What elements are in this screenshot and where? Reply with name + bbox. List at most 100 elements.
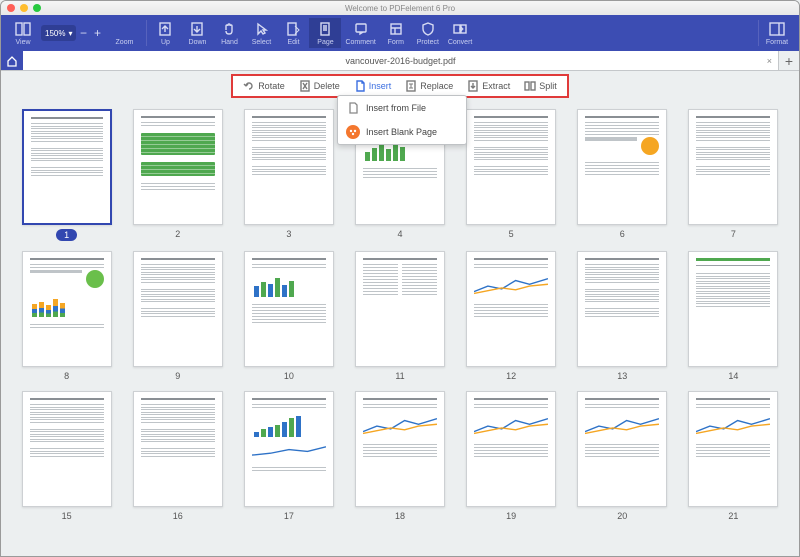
chevron-down-icon: ▾ [68, 29, 72, 38]
insert-blank-page-item[interactable]: Insert Blank Page [338, 120, 466, 144]
page-number: 11 [395, 371, 404, 381]
tabstrip: vancouver-2016-budget.pdf × + [1, 51, 799, 71]
blank-page-icon [346, 125, 360, 139]
page-preview [355, 391, 445, 507]
protect-tool[interactable]: Protect [412, 18, 444, 48]
rotate-button[interactable]: Rotate [237, 78, 291, 94]
thumbnail-scroll[interactable]: 1 2 3 4 5 6 7 8 9 10 11 12 13 14 15 16 1… [1, 101, 799, 556]
zoom-group: 150% ▾ − + [41, 25, 104, 41]
rotate-icon [243, 80, 255, 92]
page-preview [22, 391, 112, 507]
file-icon [346, 101, 360, 115]
view-tool[interactable]: View [7, 18, 39, 48]
page-number: 20 [617, 511, 627, 521]
edit-tool[interactable]: Edit [277, 18, 309, 48]
page-preview [355, 251, 445, 367]
split-button[interactable]: Split [518, 78, 563, 94]
page-thumbnail[interactable]: 13 [571, 251, 674, 381]
insert-from-file-item[interactable]: Insert from File [338, 96, 466, 120]
page-number: 15 [62, 511, 72, 521]
zoom-out-button[interactable]: − [76, 26, 90, 40]
up-tool[interactable]: Up [149, 18, 181, 48]
page-number: 6 [620, 229, 625, 239]
page-number: 3 [286, 229, 291, 239]
page-thumbnail[interactable]: 14 [682, 251, 785, 381]
page-thumbnail[interactable]: 20 [571, 391, 674, 521]
page-thumbnail[interactable]: 3 [237, 109, 340, 241]
page-preview [244, 109, 334, 225]
page-thumbnail[interactable]: 9 [126, 251, 229, 381]
comment-tool[interactable]: Comment [341, 18, 379, 48]
page-thumbnail[interactable]: 5 [460, 109, 563, 241]
zoom-in-button[interactable]: + [90, 26, 104, 40]
convert-tool[interactable]: Convert [444, 18, 477, 48]
page-number: 1 [56, 229, 77, 241]
replace-button[interactable]: Replace [399, 78, 459, 94]
page-number: 21 [728, 511, 738, 521]
form-tool[interactable]: Form [380, 18, 412, 48]
page-number: 8 [64, 371, 69, 381]
separator [146, 20, 147, 46]
page-thumbnail[interactable]: 7 [682, 109, 785, 241]
page-number: 14 [728, 371, 738, 381]
page-thumbnail[interactable]: 19 [460, 391, 563, 521]
page-thumbnail[interactable]: 6 [571, 109, 674, 241]
page-thumbnail[interactable]: 15 [15, 391, 118, 521]
page-preview [688, 251, 778, 367]
delete-button[interactable]: Delete [293, 78, 346, 94]
page-thumbnail[interactable]: 8 [15, 251, 118, 381]
page-preview [577, 251, 667, 367]
extract-button[interactable]: Extract [461, 78, 516, 94]
zoom-select[interactable]: 150% ▾ [41, 25, 76, 41]
page-thumbnail[interactable]: 10 [237, 251, 340, 381]
window-title: Welcome to PDFelement 6 Pro [1, 4, 799, 13]
file-tab-label: vancouver-2016-budget.pdf [345, 56, 455, 66]
file-tab[interactable]: vancouver-2016-budget.pdf × [23, 51, 779, 70]
page-preview [466, 391, 556, 507]
page-preview [688, 391, 778, 507]
page-number: 10 [284, 371, 294, 381]
add-tab-button[interactable]: + [779, 51, 799, 70]
format-tool[interactable]: Format [761, 18, 793, 48]
page-number: 19 [506, 511, 516, 521]
select-tool[interactable]: Select [245, 18, 277, 48]
replace-icon [405, 80, 417, 92]
page-number: 17 [284, 511, 294, 521]
page-number: 9 [175, 371, 180, 381]
page-thumbnail[interactable]: 1 [15, 109, 118, 241]
page-number: 7 [731, 229, 736, 239]
hand-tool[interactable]: Hand [213, 18, 245, 48]
page-number: 12 [506, 371, 516, 381]
page-thumbnail[interactable]: 21 [682, 391, 785, 521]
thumbnail-grid: 1 2 3 4 5 6 7 8 9 10 11 12 13 14 15 16 1… [1, 101, 799, 535]
home-tab[interactable] [1, 51, 23, 70]
page-preview [133, 109, 223, 225]
page-thumbnail[interactable]: 16 [126, 391, 229, 521]
page-preview [688, 109, 778, 225]
home-icon [6, 55, 18, 67]
page-preview [22, 251, 112, 367]
page-thumbnail[interactable]: 2 [126, 109, 229, 241]
page-number: 16 [173, 511, 183, 521]
titlebar: Welcome to PDFelement 6 Pro [1, 1, 799, 15]
page-thumbnail[interactable]: 18 [348, 391, 451, 521]
page-preview [244, 391, 334, 507]
page-tool[interactable]: Page [309, 18, 341, 48]
insert-button[interactable]: Insert [348, 78, 398, 94]
page-preview [577, 109, 667, 225]
page-number: 5 [509, 229, 514, 239]
page-preview [133, 391, 223, 507]
page-number: 2 [175, 229, 180, 239]
page-preview [244, 251, 334, 367]
extract-icon [467, 80, 479, 92]
zoom-label: Zoom [104, 18, 144, 48]
page-number: 4 [397, 229, 402, 239]
page-thumbnail[interactable]: 17 [237, 391, 340, 521]
close-tab-button[interactable]: × [767, 56, 772, 66]
page-preview [466, 109, 556, 225]
page-thumbnail[interactable]: 12 [460, 251, 563, 381]
delete-icon [299, 80, 311, 92]
page-preview [133, 251, 223, 367]
down-tool[interactable]: Down [181, 18, 213, 48]
page-thumbnail[interactable]: 11 [348, 251, 451, 381]
